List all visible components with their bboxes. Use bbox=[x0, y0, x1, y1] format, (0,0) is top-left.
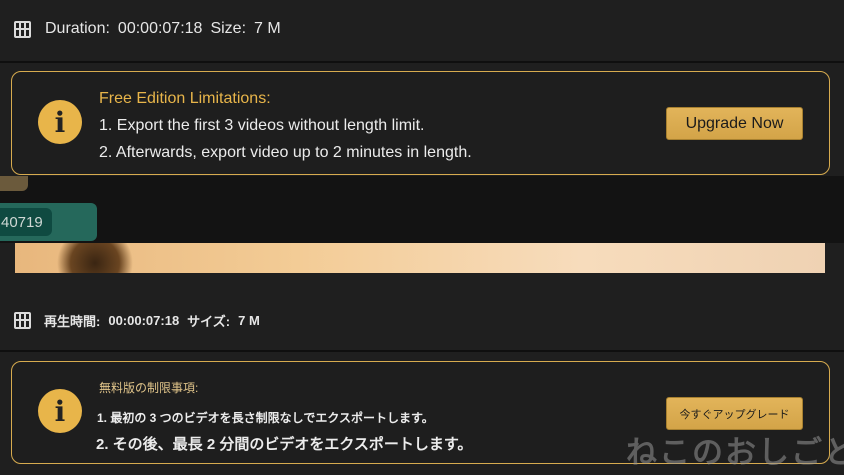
overlay-accent-fragment bbox=[0, 176, 28, 191]
bottom-divider bbox=[0, 350, 844, 352]
duration-label: Duration: bbox=[45, 20, 110, 37]
video-thumbnail bbox=[15, 243, 825, 273]
limitations-panel: i Free Edition Limitations: 1. Export th… bbox=[11, 71, 830, 175]
overlay-strip bbox=[0, 176, 844, 243]
duration-value: 00:00:07:18 bbox=[108, 313, 180, 328]
tag-chip: 40719 bbox=[0, 203, 97, 241]
limitations-title: 無料版の制限事項: bbox=[99, 381, 199, 395]
duration-label: 再生時間: bbox=[44, 314, 101, 329]
top-info-bar: Duration: 00:00:07:18 Size: 7 M bbox=[14, 20, 281, 38]
limitation-line-1: 1. Export the first 3 videos without len… bbox=[99, 117, 425, 134]
tag-text: 40719 bbox=[1, 214, 43, 231]
size-value: 7 M bbox=[238, 313, 260, 328]
size-label: Size: bbox=[210, 20, 247, 37]
limitation-line-1: 1. 最初の 3 つのビデオを長さ制限なしでエクスポートします。 bbox=[97, 411, 434, 425]
size-label: サイズ: bbox=[187, 314, 231, 329]
limitations-title: Free Edition Limitations: bbox=[99, 90, 271, 107]
upgrade-now-button[interactable]: 今すぐアップグレード bbox=[666, 397, 803, 430]
size-value: 7 M bbox=[254, 20, 281, 37]
upgrade-now-button[interactable]: Upgrade Now bbox=[666, 107, 803, 140]
top-divider bbox=[0, 61, 844, 63]
film-icon bbox=[14, 20, 31, 38]
thumbnail-dark-shape bbox=[50, 243, 140, 273]
limitation-line-2: 2. Afterwards, export video up to 2 minu… bbox=[99, 144, 472, 161]
watermark: ねこのおしごと bbox=[626, 435, 844, 470]
bottom-info-bar: 再生時間: 00:00:07:18 サイズ: 7 M bbox=[14, 311, 260, 330]
duration-value: 00:00:07:18 bbox=[117, 20, 203, 37]
film-icon bbox=[14, 312, 31, 329]
info-icon: i bbox=[38, 100, 82, 144]
limitation-line-2: 2. その後、最長 2 分間のビデオをエクスポートします。 bbox=[96, 436, 473, 453]
info-icon: i bbox=[38, 389, 82, 433]
